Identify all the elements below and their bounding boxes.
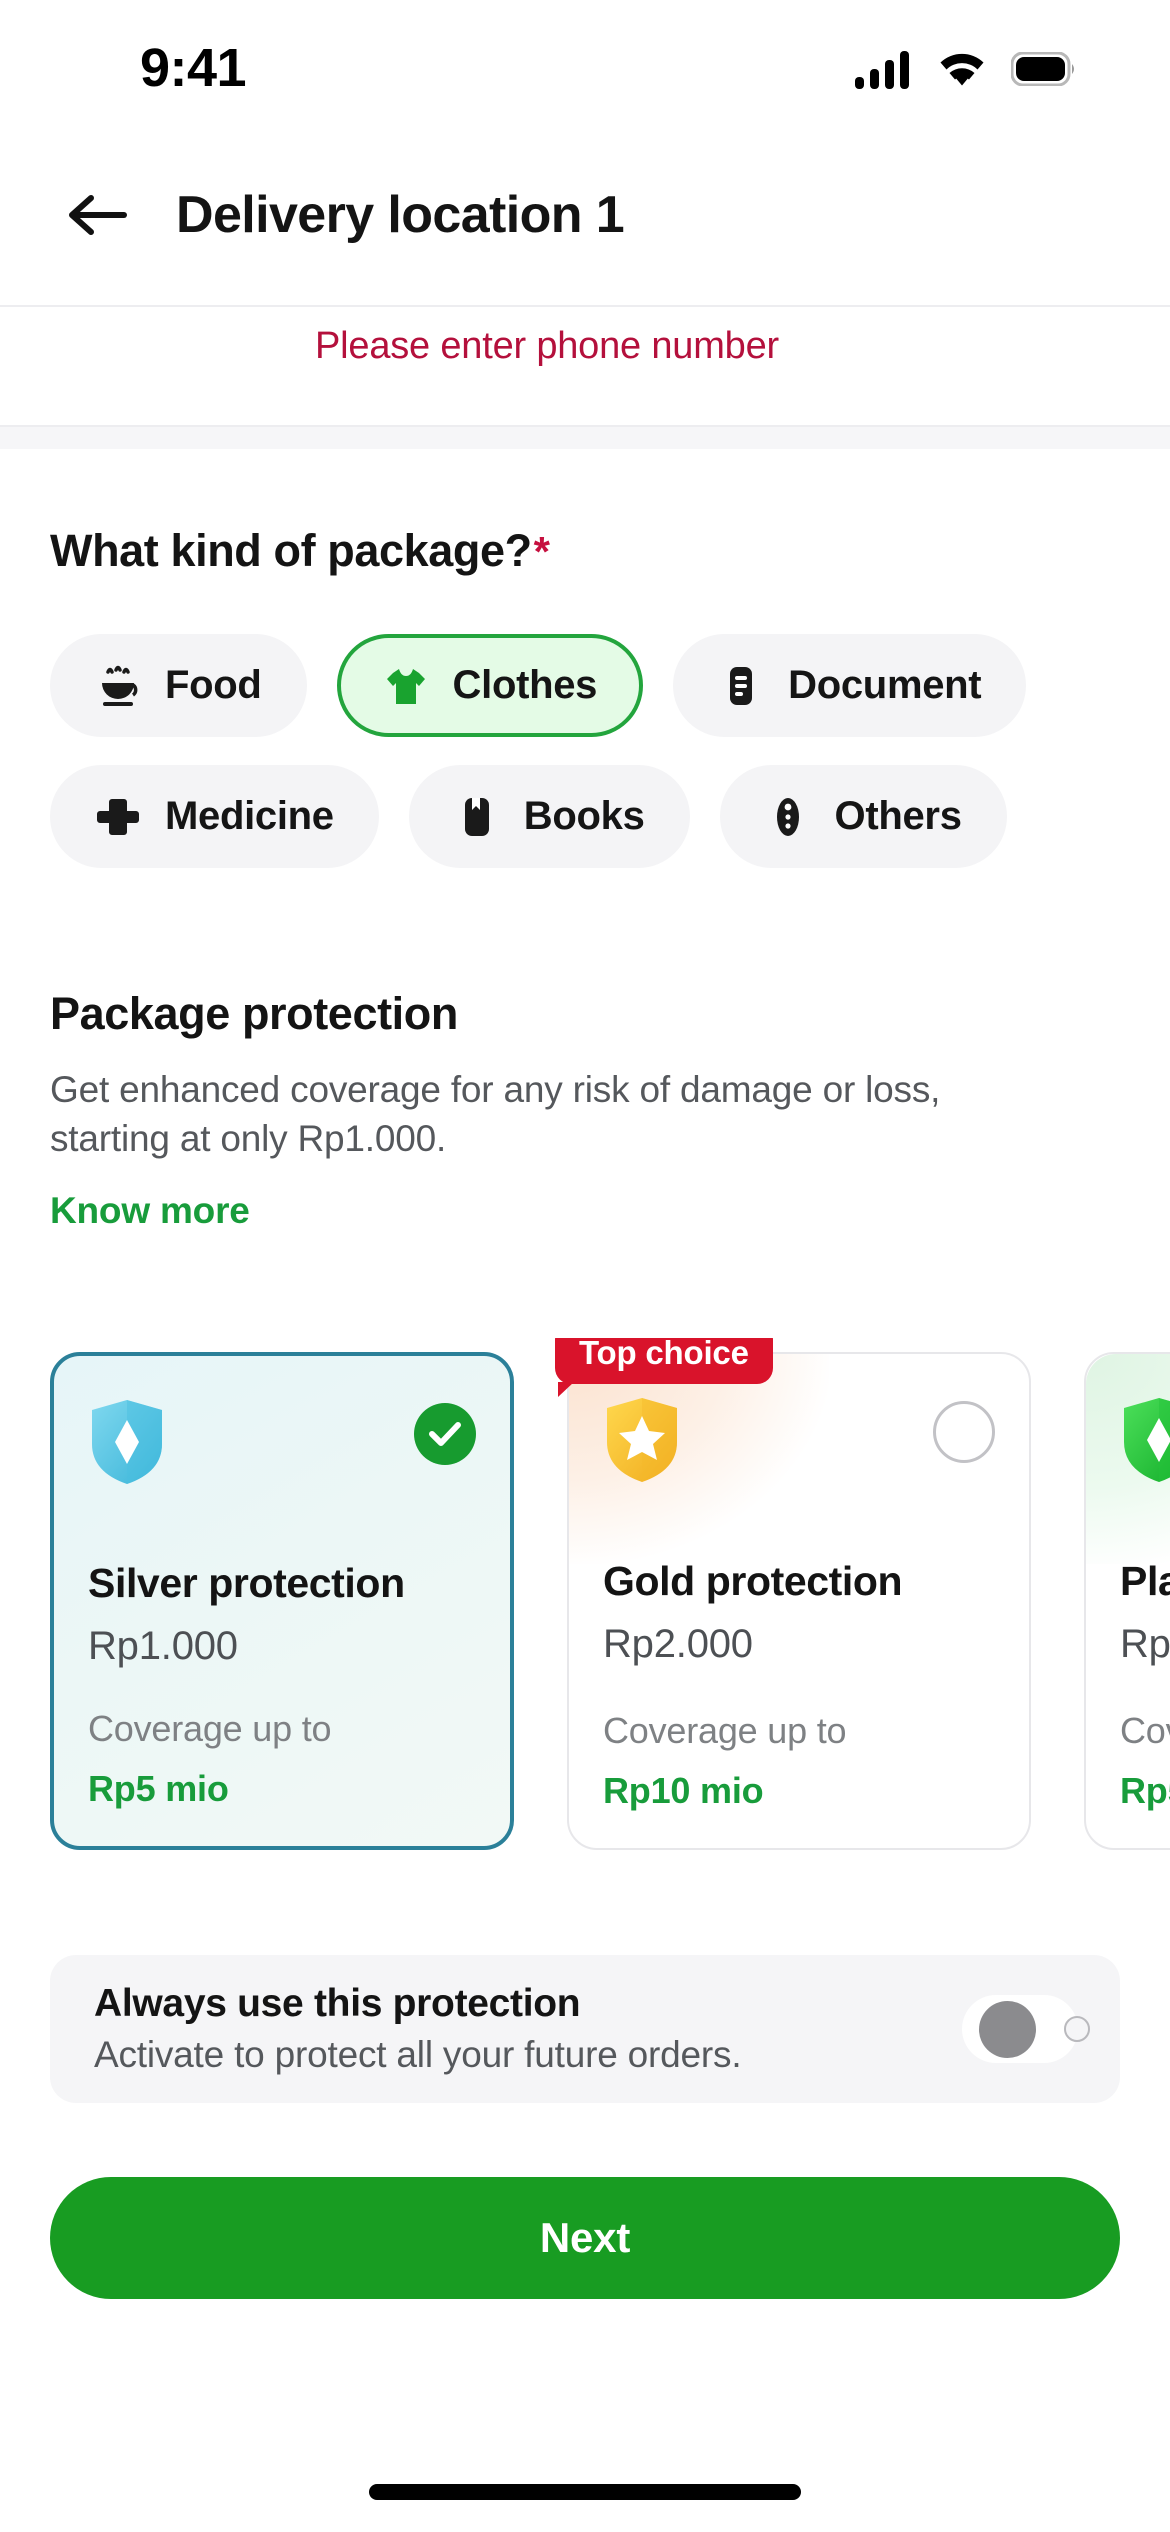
medical-cross-icon xyxy=(95,794,141,840)
always-use-protection-row[interactable]: Always use this protection Activate to p… xyxy=(50,1955,1120,2103)
package-chip-label: Document xyxy=(788,663,982,707)
wifi-icon xyxy=(940,53,984,85)
protection-coverage-label: Coverage up to xyxy=(603,1710,847,1751)
tshirt-icon xyxy=(383,663,429,709)
app-header: Delivery location 1 xyxy=(0,125,1170,305)
protection-plan-price: Rp1.000 xyxy=(88,1624,238,1668)
cellular-signal-icon xyxy=(855,50,909,89)
protection-plans-track: Silver protection Rp1.000 Coverage up to… xyxy=(50,1338,1170,1850)
protection-card-header xyxy=(88,1398,476,1494)
protection-plan-price: Rp2.000 xyxy=(603,1622,753,1666)
protection-coverage-label: Coverage up to xyxy=(88,1708,332,1749)
package-chip-clothes[interactable]: Clothes xyxy=(336,634,644,737)
section-separator xyxy=(0,427,1170,449)
package-chip-label: Food xyxy=(165,663,262,707)
battery-full-icon xyxy=(1011,51,1074,86)
check-circle-icon xyxy=(414,1403,476,1465)
package-chip-label: Clothes xyxy=(452,663,598,707)
protection-plan-name: Platinum protection xyxy=(1120,1558,1170,1604)
always-use-title: Always use this protection xyxy=(94,1982,581,2025)
document-icon xyxy=(718,663,764,709)
know-more-link[interactable]: Know more xyxy=(50,1190,250,1232)
package-kind-options: Food Clothes Document Medicine Books Oth… xyxy=(50,634,1120,868)
info-icon xyxy=(765,794,811,840)
phone-error-text: Please enter phone number xyxy=(315,325,779,367)
package-kind-section: What kind of package? * Food Clothes Doc… xyxy=(0,449,1170,868)
status-bar: 9:41 xyxy=(0,0,1170,125)
package-protection-title: Package protection xyxy=(50,988,458,1039)
protection-coverage-value: Rp50 mio xyxy=(1120,1770,1170,1811)
top-choice-badge: Top choice xyxy=(555,1338,773,1397)
protection-plan-name: Gold protection xyxy=(603,1558,903,1604)
shield-platinum-icon xyxy=(1124,1398,1170,1482)
protection-card-platinum[interactable]: Platinum protection Rp5.000 Coverage up … xyxy=(1084,1352,1170,1850)
package-chip-others[interactable]: Others xyxy=(719,765,1007,868)
page-title: Delivery location 1 xyxy=(176,186,625,244)
next-button[interactable]: Next xyxy=(50,2177,1120,2299)
protection-card-header xyxy=(603,1396,995,1492)
book-icon xyxy=(454,794,500,840)
package-chip-label: Others xyxy=(834,794,962,838)
always-use-text-block: Always use this protection Activate to p… xyxy=(94,1982,742,2076)
status-time: 9:41 xyxy=(140,37,247,98)
next-button-label: Next xyxy=(539,2214,631,2261)
arrow-left-icon xyxy=(69,195,127,235)
toggle-knob xyxy=(979,2000,1036,2058)
package-chip-label: Medicine xyxy=(165,794,334,838)
protection-card-gold[interactable]: Top choice Gold protection Rp2.000 Cover… xyxy=(555,1338,1031,1850)
package-kind-title: What kind of package? * xyxy=(50,525,1120,577)
protection-coverage-label: Coverage up to xyxy=(1120,1710,1170,1751)
protection-coverage-value: Rp10 mio xyxy=(603,1770,764,1811)
shield-gold-icon xyxy=(607,1398,677,1482)
package-chip-books[interactable]: Books xyxy=(408,765,690,868)
back-button[interactable] xyxy=(62,179,134,251)
protection-coverage-value: Rp5 mio xyxy=(88,1768,229,1809)
protection-card-header xyxy=(1120,1396,1170,1492)
package-chip-label: Books xyxy=(523,794,645,838)
always-use-toggle[interactable] xyxy=(962,1995,1090,2063)
protection-plan-name: Silver protection xyxy=(88,1560,405,1606)
package-chip-food[interactable]: Food xyxy=(50,634,307,737)
package-chip-medicine[interactable]: Medicine xyxy=(50,765,379,868)
phone-error-row: Please enter phone number xyxy=(0,312,1170,425)
protection-plan-price: Rp5.000 xyxy=(1120,1622,1170,1666)
home-indicator xyxy=(369,2484,801,2500)
phone-screen: 9:41 Delivery location 1 Please enter ph… xyxy=(0,0,1170,2532)
protection-plans-carousel[interactable]: Silver protection Rp1.000 Coverage up to… xyxy=(0,1338,1170,1868)
protection-card-silver[interactable]: Silver protection Rp1.000 Coverage up to… xyxy=(50,1352,514,1850)
toggle-track-dot xyxy=(1064,2016,1090,2042)
radio-empty-icon[interactable] xyxy=(933,1401,995,1463)
package-kind-title-text: What kind of package? xyxy=(50,525,532,576)
required-marker: * xyxy=(533,528,550,575)
hot-bowl-icon xyxy=(95,663,141,709)
always-use-subtitle: Activate to protect all your future orde… xyxy=(94,2034,742,2075)
package-chip-document[interactable]: Document xyxy=(673,634,1027,737)
header-divider xyxy=(0,305,1170,307)
package-protection-section: Package protection Get enhanced coverage… xyxy=(0,988,1170,1232)
shield-silver-icon xyxy=(92,1400,162,1484)
status-icons xyxy=(855,49,1075,89)
package-protection-description: Get enhanced coverage for any risk of da… xyxy=(50,1069,941,1159)
